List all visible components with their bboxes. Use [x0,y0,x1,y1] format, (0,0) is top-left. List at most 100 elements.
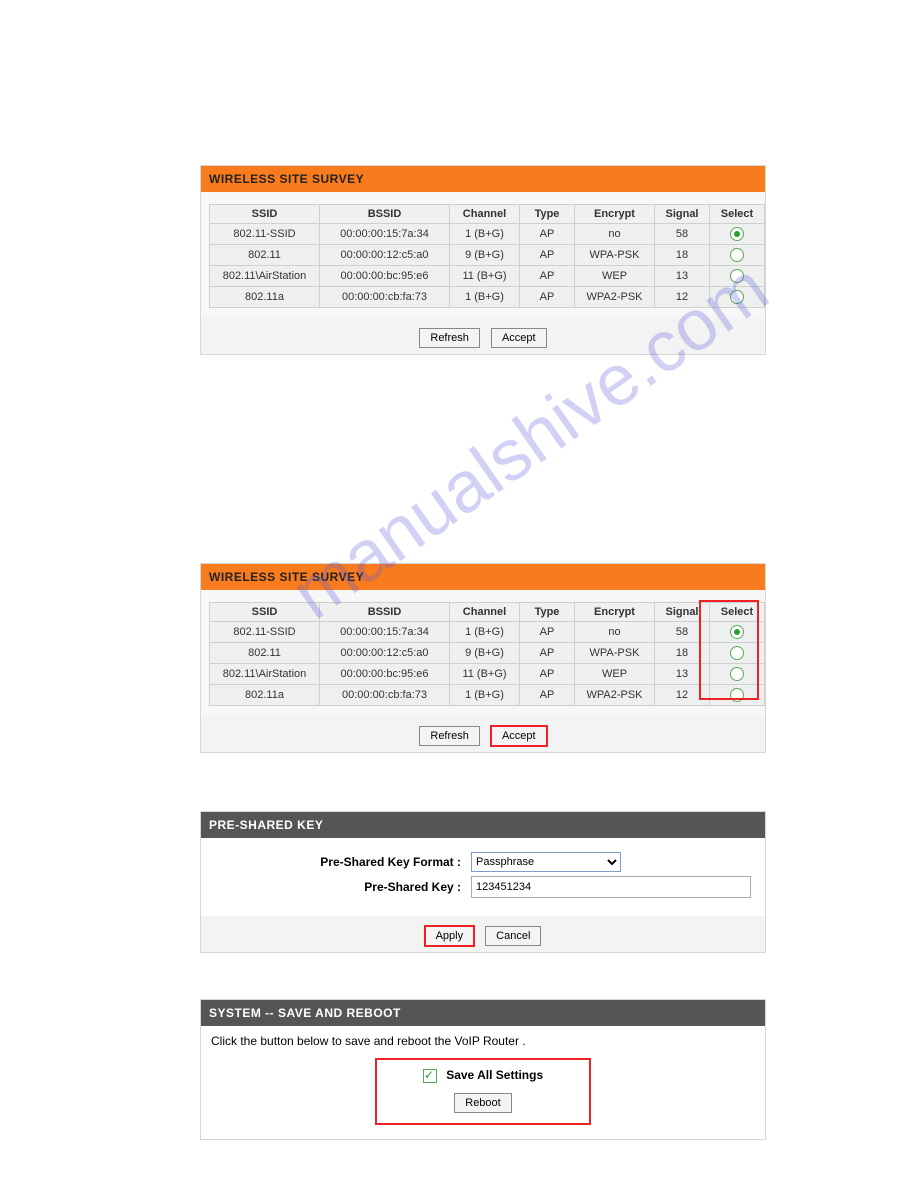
cell-channel: 11 (B+G) [450,664,520,685]
cell-bssid: 00:00:00:cb:fa:73 [320,685,450,706]
select-radio[interactable] [730,646,744,660]
select-radio[interactable] [730,227,744,241]
save-all-checkbox[interactable] [423,1069,437,1083]
cell-encrypt: WPA2-PSK [575,287,655,308]
col-signal: Signal [655,205,710,224]
cell-signal: 58 [655,224,710,245]
col-type: Type [520,205,575,224]
survey-table-1: SSID BSSID Channel Type Encrypt Signal S… [209,204,765,308]
cell-select [710,245,765,266]
col-select: Select [710,205,765,224]
cell-ssid: 802.11 [210,643,320,664]
select-radio[interactable] [730,248,744,262]
cell-select [710,224,765,245]
reboot-button[interactable]: Reboot [454,1093,511,1113]
psk-key-label: Pre-Shared Key : [261,880,471,894]
cell-type: AP [520,643,575,664]
cell-encrypt: WEP [575,664,655,685]
select-radio[interactable] [730,667,744,681]
table-row: 802.11-SSID 00:00:00:15:7a:34 1 (B+G) AP… [210,622,765,643]
col-encrypt: Encrypt [575,205,655,224]
cell-bssid: 00:00:00:12:c5:a0 [320,245,450,266]
cell-select [710,643,765,664]
cell-channel: 1 (B+G) [450,622,520,643]
cell-type: AP [520,245,575,266]
cell-bssid: 00:00:00:bc:95:e6 [320,266,450,287]
select-radio[interactable] [730,625,744,639]
save-reboot-highlight: Save All Settings Reboot [375,1058,591,1125]
table-header-row: SSID BSSID Channel Type Encrypt Signal S… [210,205,765,224]
survey-title: WIRELESS SITE SURVEY [201,166,765,192]
cell-type: AP [520,685,575,706]
cell-ssid: 802.11-SSID [210,622,320,643]
cell-type: AP [520,287,575,308]
cell-encrypt: WEP [575,266,655,287]
cell-bssid: 00:00:00:cb:fa:73 [320,287,450,308]
table-header-row: SSID BSSID Channel Type Encrypt Signal S… [210,603,765,622]
pre-shared-key-panel: PRE-SHARED KEY Pre-Shared Key Format : P… [200,811,766,953]
table-row: 802.11 00:00:00:12:c5:a0 9 (B+G) AP WPA-… [210,245,765,266]
psk-format-select[interactable]: Passphrase [471,852,621,872]
cell-channel: 1 (B+G) [450,287,520,308]
cell-ssid: 802.11a [210,287,320,308]
system-instruction: Click the button below to save and reboo… [211,1034,755,1048]
cell-channel: 9 (B+G) [450,245,520,266]
refresh-button[interactable]: Refresh [419,726,480,746]
table-row: 802.11a 00:00:00:cb:fa:73 1 (B+G) AP WPA… [210,685,765,706]
cell-ssid: 802.11 [210,245,320,266]
apply-button[interactable]: Apply [425,926,475,946]
cell-channel: 9 (B+G) [450,643,520,664]
cell-type: AP [520,266,575,287]
survey-buttons-1: Refresh Accept [201,318,765,354]
cell-type: AP [520,664,575,685]
cell-select [710,287,765,308]
select-radio[interactable] [730,688,744,702]
table-row: 802.11a 00:00:00:cb:fa:73 1 (B+G) AP WPA… [210,287,765,308]
cell-channel: 1 (B+G) [450,685,520,706]
col-signal: Signal [655,603,710,622]
refresh-button[interactable]: Refresh [419,328,480,348]
col-channel: Channel [450,205,520,224]
cell-encrypt: WPA-PSK [575,643,655,664]
cell-signal: 58 [655,622,710,643]
cell-select [710,266,765,287]
cell-ssid: 802.11a [210,685,320,706]
cancel-button[interactable]: Cancel [485,926,541,946]
cell-signal: 18 [655,643,710,664]
cell-select [710,622,765,643]
table-row: 802.11 00:00:00:12:c5:a0 9 (B+G) AP WPA-… [210,643,765,664]
select-radio[interactable] [730,290,744,304]
wireless-survey-panel-2: WIRELESS SITE SURVEY SSID BSSID Channel … [200,563,766,753]
psk-key-input[interactable] [471,876,751,898]
col-ssid: SSID [210,205,320,224]
cell-bssid: 00:00:00:bc:95:e6 [320,664,450,685]
cell-encrypt: WPA-PSK [575,245,655,266]
survey-title: WIRELESS SITE SURVEY [201,564,765,590]
cell-signal: 18 [655,245,710,266]
psk-format-label: Pre-Shared Key Format : [261,855,471,869]
cell-bssid: 00:00:00:15:7a:34 [320,622,450,643]
psk-title: PRE-SHARED KEY [201,812,765,838]
cell-type: AP [520,622,575,643]
cell-channel: 11 (B+G) [450,266,520,287]
cell-signal: 13 [655,664,710,685]
cell-signal: 12 [655,287,710,308]
cell-signal: 13 [655,266,710,287]
col-bssid: BSSID [320,603,450,622]
cell-encrypt: no [575,224,655,245]
cell-encrypt: WPA2-PSK [575,685,655,706]
accept-button[interactable]: Accept [491,328,547,348]
col-select: Select [710,603,765,622]
cell-bssid: 00:00:00:12:c5:a0 [320,643,450,664]
col-bssid: BSSID [320,205,450,224]
wireless-survey-panel-1: WIRELESS SITE SURVEY SSID BSSID Channel … [200,165,766,355]
system-title: SYSTEM -- SAVE AND REBOOT [201,1000,765,1026]
table-row: 802.11-SSID 00:00:00:15:7a:34 1 (B+G) AP… [210,224,765,245]
cell-type: AP [520,224,575,245]
accept-button[interactable]: Accept [491,726,547,746]
cell-signal: 12 [655,685,710,706]
col-ssid: SSID [210,603,320,622]
col-type: Type [520,603,575,622]
select-radio[interactable] [730,269,744,283]
table-row: 802.11\AirStation 00:00:00:bc:95:e6 11 (… [210,664,765,685]
